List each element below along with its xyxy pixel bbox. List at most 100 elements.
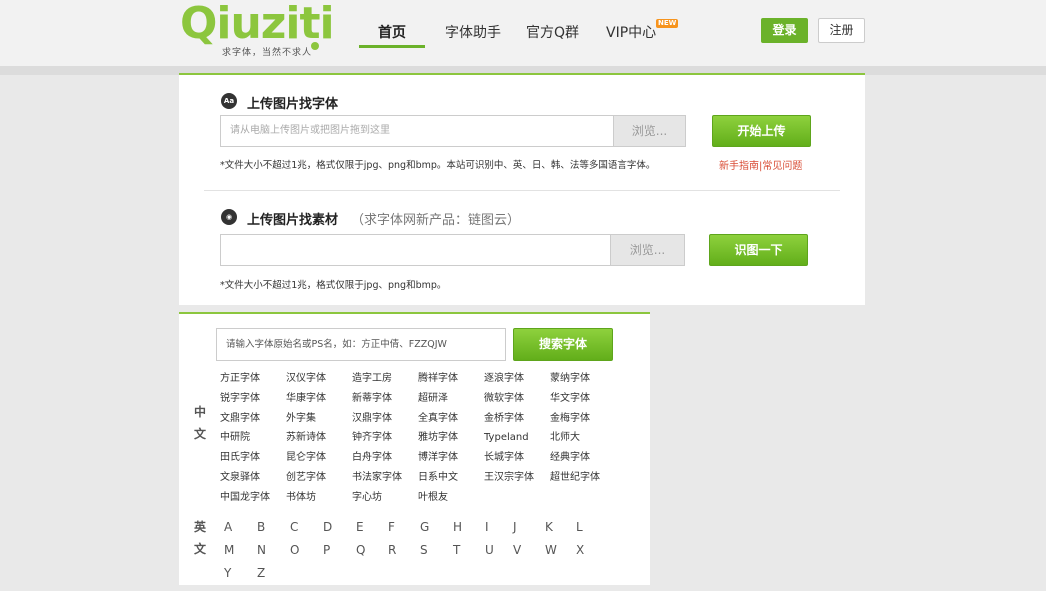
letter-link[interactable]: B	[257, 520, 265, 534]
font-category-link[interactable]: 王汉宗字体	[484, 471, 534, 485]
font-category-link[interactable]: 锐字字体	[220, 392, 260, 406]
section-divider	[204, 190, 840, 191]
letter-link[interactable]: P	[323, 543, 330, 557]
logo-wordmark: Qiuziti	[180, 0, 335, 49]
font-category-link[interactable]: 中研院	[220, 431, 250, 445]
font-category-link[interactable]: 外字集	[286, 412, 316, 426]
letter-link[interactable]: T	[453, 543, 460, 557]
font-category-link[interactable]: 字心坊	[352, 491, 382, 505]
font-category-link[interactable]: 文鼎字体	[220, 412, 260, 426]
letter-link[interactable]: C	[290, 520, 298, 534]
font-category-link[interactable]: 经典字体	[550, 451, 590, 465]
font-category-link[interactable]: 雅坊字体	[418, 431, 458, 445]
font-category-link[interactable]: 田氏字体	[220, 451, 260, 465]
font-category-link[interactable]: 方正字体	[220, 372, 260, 386]
font-category-link[interactable]: 昆仑字体	[286, 451, 326, 465]
font-category-link[interactable]: 文泉驿体	[220, 471, 260, 485]
nav-home[interactable]: 首页	[359, 22, 425, 42]
font-category-link[interactable]: 日系中文	[418, 471, 458, 485]
letter-link[interactable]: Z	[257, 566, 265, 580]
upload-material-browse-button[interactable]: 浏览...	[610, 234, 685, 266]
start-upload-button[interactable]: 开始上传	[712, 115, 811, 147]
font-category-link[interactable]: 书法家字体	[352, 471, 402, 485]
font-category-link[interactable]: 腾祥字体	[418, 372, 458, 386]
english-label-char: 英	[194, 520, 207, 534]
font-browse-panel: 请输入字体原始名或PS名，如：方正中倩、FZZQJW 搜索字体 中 文 方正字体…	[179, 312, 650, 585]
font-category-link[interactable]: 汉鼎字体	[352, 412, 392, 426]
font-category-link[interactable]: 中国龙字体	[220, 491, 270, 505]
letter-link[interactable]: K	[545, 520, 553, 534]
upload-material-input[interactable]	[220, 234, 611, 266]
font-category-link[interactable]: 超世纪字体	[550, 471, 600, 485]
font-category-link[interactable]: 创艺字体	[286, 471, 326, 485]
font-category-link[interactable]: 汉仪字体	[286, 372, 326, 386]
upload-font-browse-button[interactable]: 浏览...	[613, 115, 686, 147]
logo-dot	[311, 42, 319, 50]
upload-material-title: 上传图片找素材	[247, 213, 339, 228]
letter-link[interactable]: V	[513, 543, 521, 557]
font-category-link[interactable]: 华文字体	[550, 392, 590, 406]
letter-link[interactable]: U	[485, 543, 494, 557]
beginner-guide-link[interactable]: 新手指南	[719, 161, 759, 172]
letter-link[interactable]: I	[485, 520, 489, 534]
letter-link[interactable]: R	[388, 543, 396, 557]
register-button[interactable]: 注册	[818, 18, 865, 43]
font-search-icon: Aa	[221, 93, 237, 109]
font-category-link[interactable]: 白舟字体	[352, 451, 392, 465]
font-category-link[interactable]: Typeland	[484, 431, 529, 445]
font-category-link[interactable]: 苏新诗体	[286, 431, 326, 445]
recognize-image-button[interactable]: 识图一下	[709, 234, 808, 266]
font-category-link[interactable]: 微软字体	[484, 392, 524, 406]
site-header: Qiuziti 求字体，当然不求人 首页 字体助手 官方Q群 VIP中心 NEW…	[0, 0, 1046, 66]
nav-vip-center[interactable]: VIP中心	[606, 22, 656, 42]
font-category-link[interactable]: 金梅字体	[550, 412, 590, 426]
upload-material-subtitle: （求字体网新产品：链图云）	[351, 213, 521, 228]
font-category-link[interactable]: 钟齐字体	[352, 431, 392, 445]
site-logo[interactable]: Qiuziti 求字体，当然不求人	[180, 0, 335, 60]
letter-link[interactable]: W	[545, 543, 557, 557]
letter-link[interactable]: X	[576, 543, 584, 557]
letter-link[interactable]: E	[356, 520, 364, 534]
help-links: 新手指南|常见问题	[719, 157, 802, 172]
english-label-char: 文	[194, 542, 207, 556]
letter-link[interactable]: Y	[224, 566, 231, 580]
letter-link[interactable]: J	[513, 520, 517, 534]
font-category-link[interactable]: 新蒂字体	[352, 392, 392, 406]
image-search-icon: ◉	[221, 209, 237, 225]
font-category-link[interactable]: 博洋字体	[418, 451, 458, 465]
login-button[interactable]: 登录	[761, 18, 808, 43]
font-category-link[interactable]: 长城字体	[484, 451, 524, 465]
font-category-link[interactable]: 全真字体	[418, 412, 458, 426]
font-search-input[interactable]: 请输入字体原始名或PS名，如：方正中倩、FZZQJW	[216, 328, 506, 361]
font-category-link[interactable]: 造字工房	[352, 372, 392, 386]
new-badge: NEW	[656, 19, 679, 28]
nav-font-assistant[interactable]: 字体助手	[445, 22, 501, 42]
letter-link[interactable]: O	[290, 543, 299, 557]
letter-link[interactable]: M	[224, 543, 234, 557]
upload-material-note: *文件大小不超过1兆，格式仅限于jpg、png和bmp。	[220, 280, 447, 291]
font-category-link[interactable]: 蒙纳字体	[550, 372, 590, 386]
font-category-link[interactable]: 书体坊	[286, 491, 316, 505]
chinese-label-char: 中	[194, 405, 207, 419]
letter-link[interactable]: A	[224, 520, 232, 534]
letter-link[interactable]: L	[576, 520, 583, 534]
nav-active-indicator	[359, 45, 425, 48]
upload-font-input[interactable]: 请从电脑上传图片或把图片拖到这里	[220, 115, 614, 147]
letter-link[interactable]: D	[323, 520, 332, 534]
search-font-button[interactable]: 搜索字体	[513, 328, 613, 361]
letter-link[interactable]: G	[420, 520, 429, 534]
chinese-label: 中 文	[194, 401, 208, 445]
faq-link[interactable]: 常见问题	[762, 161, 802, 172]
letter-link[interactable]: Q	[356, 543, 365, 557]
letter-link[interactable]: N	[257, 543, 266, 557]
letter-link[interactable]: H	[453, 520, 462, 534]
font-category-link[interactable]: 北师大	[550, 431, 580, 445]
letter-link[interactable]: S	[420, 543, 428, 557]
font-category-link[interactable]: 金桥字体	[484, 412, 524, 426]
letter-link[interactable]: F	[388, 520, 395, 534]
font-category-link[interactable]: 叶根友	[418, 491, 448, 505]
font-category-link[interactable]: 超研泽	[418, 392, 448, 406]
font-category-link[interactable]: 华康字体	[286, 392, 326, 406]
nav-official-qq-group[interactable]: 官方Q群	[526, 22, 579, 42]
font-category-link[interactable]: 逐浪字体	[484, 372, 524, 386]
